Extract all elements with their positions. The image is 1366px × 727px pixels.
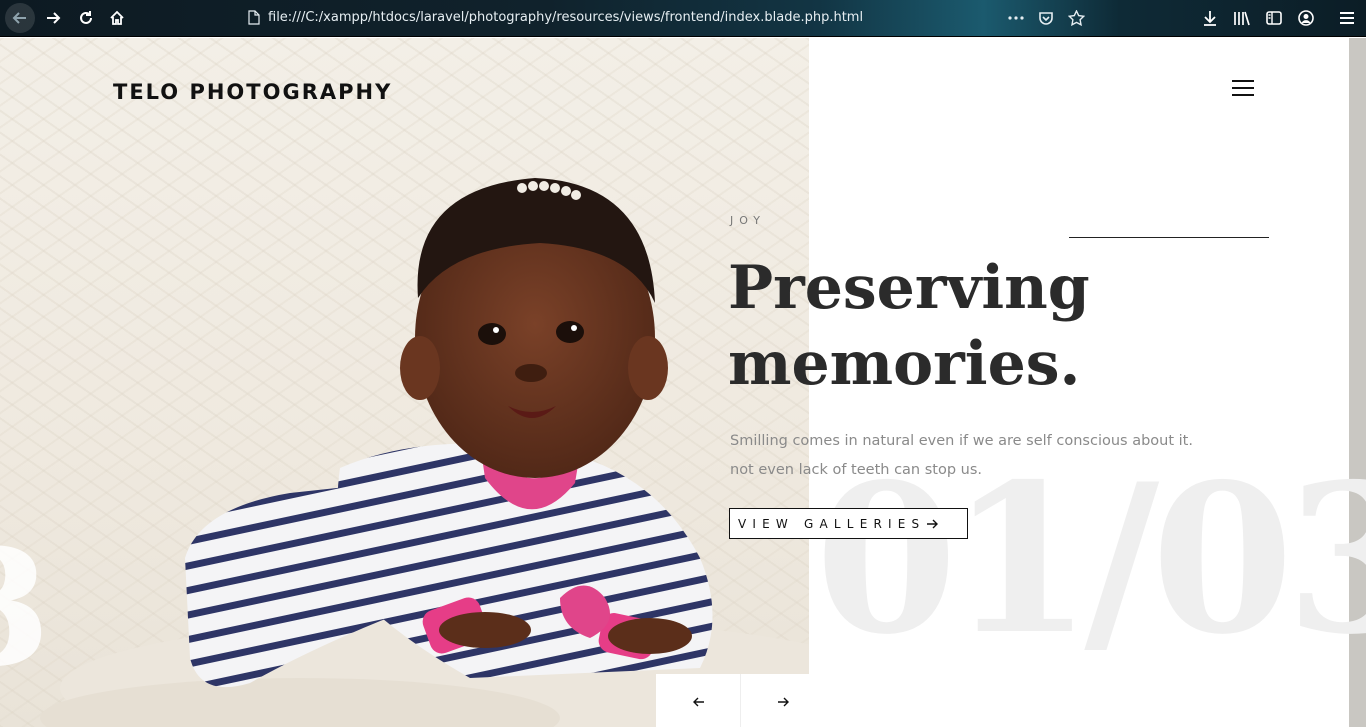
arrow-right-icon [927,519,939,528]
browser-toolbar: file:///C:/xampp/htdocs/laravel/photogra… [0,0,1366,37]
divider-line [1069,237,1269,238]
download-icon [1204,11,1216,26]
forward-icon [47,12,61,24]
page-actions-button[interactable] [1005,8,1027,28]
library-icon [1234,11,1250,26]
account-icon [1298,10,1314,26]
site-menu-button[interactable] [1232,80,1254,98]
back-icon [12,12,26,24]
arrow-right-icon [777,697,789,706]
hero-headline: Preserving memories. [728,250,1288,402]
page-icon [248,10,260,25]
url-text: file:///C:/xampp/htdocs/laravel/photogra… [268,10,864,25]
headline-line-2: memories. [728,329,1081,399]
page: 3 01/03 TELO PHOTOGRAPHY JOY Preserving … [0,38,1366,727]
sidebar-icon [1266,11,1282,25]
back-button[interactable] [5,3,35,33]
pocket-button[interactable] [1035,8,1057,28]
slider-nav [656,674,826,727]
menu-icon [1340,12,1354,24]
view-galleries-button[interactable]: VIEW GALLERIES [729,508,968,539]
previous-slide-ghost-digit: 3 [0,528,51,688]
prev-slide-button[interactable] [656,674,741,727]
headline-line-1: Preserving [728,253,1090,323]
reload-button[interactable] [71,4,101,32]
more-icon [1008,16,1024,20]
bookmark-button[interactable] [1065,8,1087,28]
account-button[interactable] [1291,4,1321,32]
address-bar[interactable]: file:///C:/xampp/htdocs/laravel/photogra… [240,6,1100,30]
reload-icon [80,11,92,24]
home-icon [110,10,124,25]
downloads-button[interactable] [1195,4,1225,32]
app-menu-button[interactable] [1332,4,1362,32]
home-button[interactable] [102,4,132,32]
forward-button[interactable] [38,4,68,32]
hero-subtext-line-1: Smilling comes in natural even if we are… [730,433,1193,449]
hero-subtext-line-2: not even lack of teeth can stop us. [730,462,983,478]
library-button[interactable] [1227,4,1257,32]
next-slide-button[interactable] [741,674,826,727]
slide-counter: 01/03 [815,440,1366,680]
hamburger-line [1232,87,1254,89]
pocket-icon [1039,11,1053,25]
bookmark-star-icon [1067,10,1085,26]
baby-photo-illustration [40,178,809,727]
hero-eyebrow: JOY [730,214,767,227]
cta-label: VIEW GALLERIES [738,516,926,531]
arrow-left-icon [693,697,704,706]
sidebar-button[interactable] [1259,4,1289,32]
site-logo[interactable]: TELO PHOTOGRAPHY [113,80,392,104]
hamburger-line [1232,94,1254,96]
hero-image [0,38,809,727]
hamburger-icon [1232,80,1254,82]
